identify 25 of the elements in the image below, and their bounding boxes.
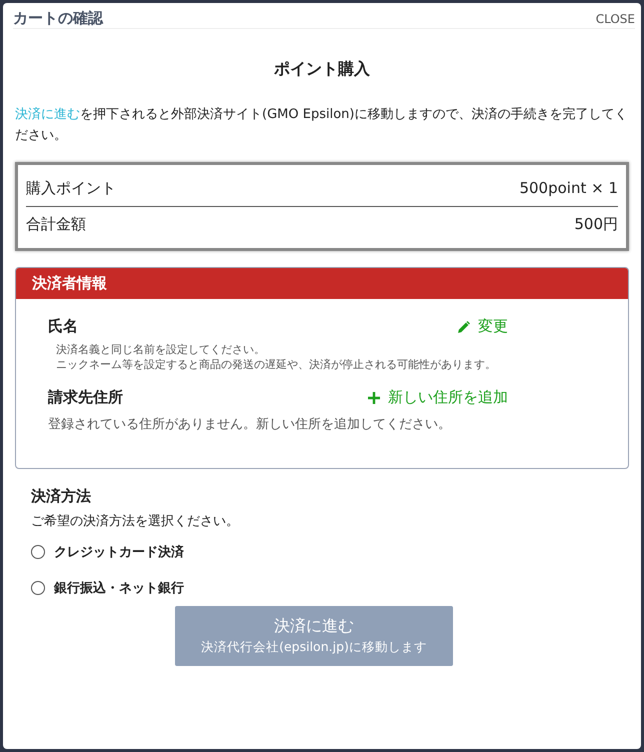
- section-action-link[interactable]: 変更: [456, 317, 508, 336]
- section-note: 登録されている住所がありません。新しい住所を追加してください。: [48, 417, 452, 432]
- radio-button[interactable]: [31, 581, 45, 595]
- section-label: 氏名: [48, 317, 78, 336]
- section-label: 請求先住所: [48, 388, 123, 407]
- payer-header: 決済者情報: [16, 268, 628, 299]
- notice-text: 決済に進むを押下されると外部決済サイト(GMO Epsilon)に移動しますので、決済の手続きを完了してください。: [15, 106, 628, 145]
- radio-button[interactable]: [31, 545, 45, 559]
- summary-value: 500円: [574, 215, 618, 234]
- section-action-link[interactable]: 新しい住所を追加: [366, 388, 508, 407]
- close-button[interactable]: CLOSE: [596, 12, 635, 26]
- option-label: クレジットカード決済: [54, 544, 184, 561]
- option-label: 銀行振込・ネット銀行: [54, 580, 184, 597]
- proceed-link[interactable]: 決済に進む: [15, 107, 80, 122]
- section-note: 決済名義と同じ名前を設定してください。: [56, 342, 266, 357]
- section-note: ニックネーム等を設定すると商品の発送の遅延や、決済が停止される可能性があります。: [56, 357, 497, 372]
- dialog-title: カートの確認: [13, 9, 103, 28]
- summary-value: 500point × 1: [519, 179, 618, 198]
- summary-label: 購入ポイント: [26, 179, 116, 198]
- payment-hint: ご希望の決済方法を選択ください。: [31, 513, 240, 530]
- summary-label: 合計金額: [26, 215, 86, 234]
- page-heading: ポイント購入: [273, 59, 371, 80]
- plus-icon: [366, 390, 382, 406]
- payment-title: 決済方法: [31, 487, 92, 506]
- pencil-icon: [456, 318, 472, 334]
